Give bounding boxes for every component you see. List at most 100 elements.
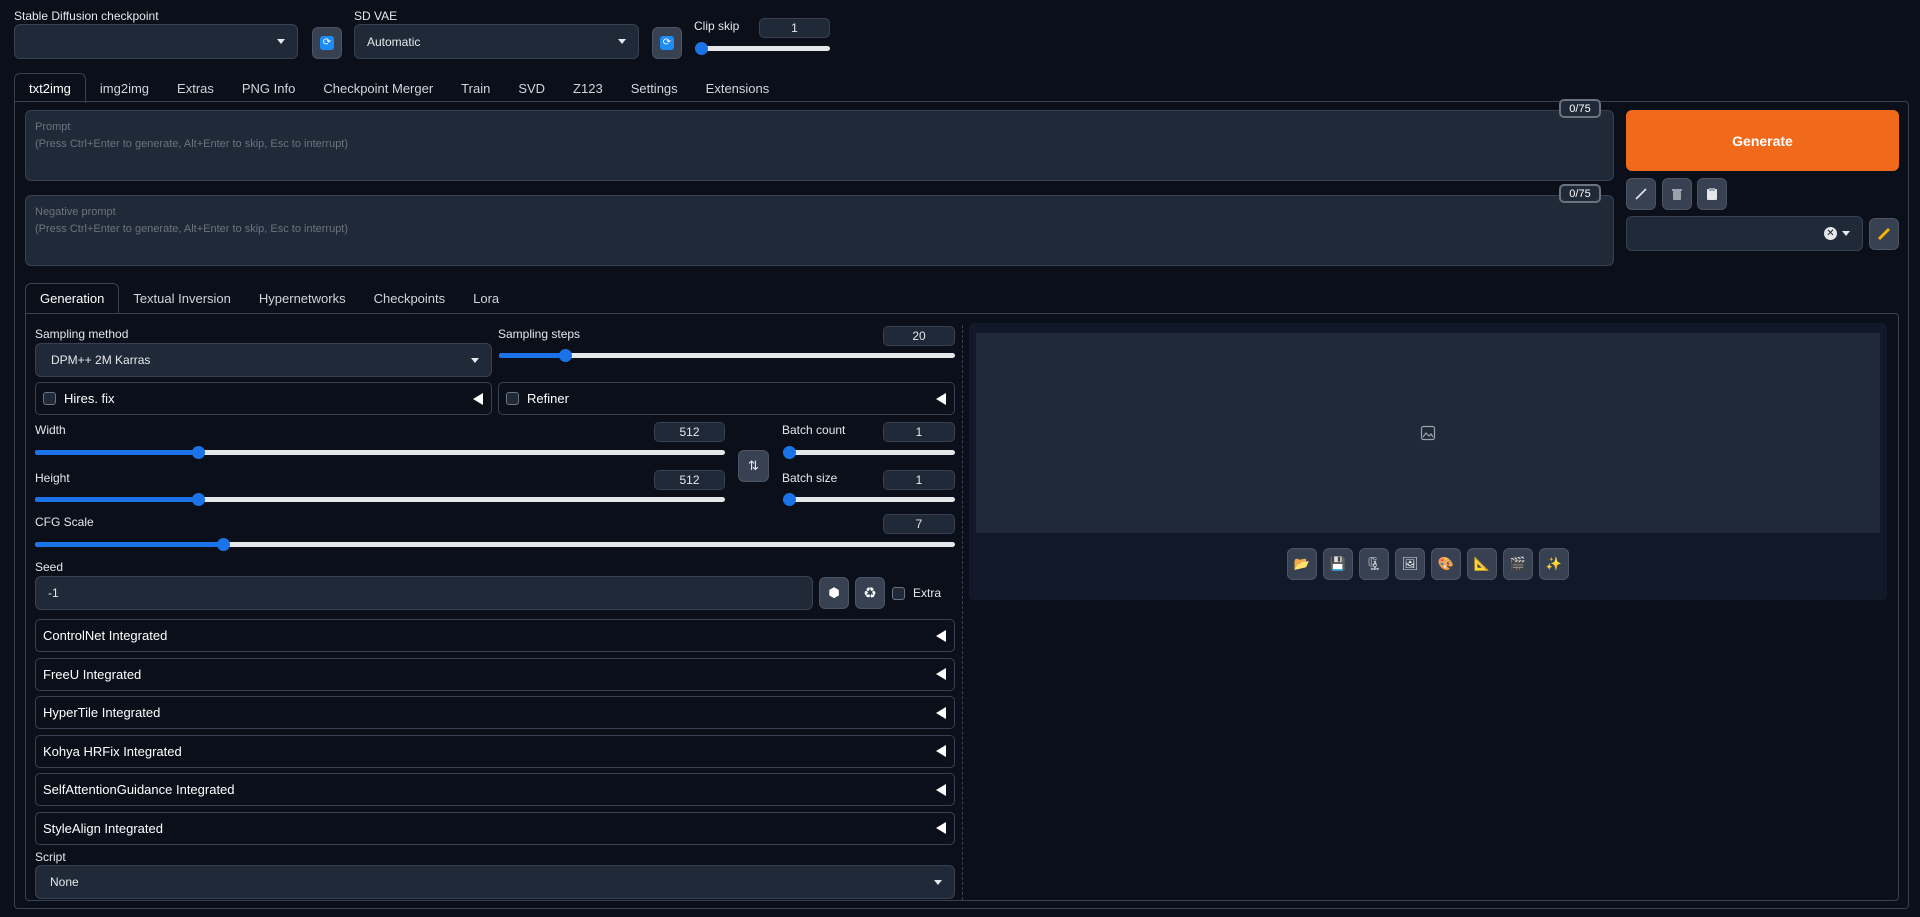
- zip-icon: 🗜: [1365, 556, 1383, 571]
- batch-count-slider[interactable]: [783, 446, 955, 459]
- paste-style-button[interactable]: [1697, 178, 1727, 210]
- cfg-scale-slider-thumb[interactable]: [216, 538, 230, 551]
- sampling-steps-input[interactable]: 20: [883, 326, 955, 346]
- prompt-textarea[interactable]: Prompt (Press Ctrl+Enter to generate, Al…: [25, 110, 1614, 181]
- sampling-method-value: DPM++ 2M Karras: [51, 353, 151, 367]
- output-gallery[interactable]: [976, 333, 1880, 533]
- collapse-triangle-icon: [936, 629, 946, 642]
- random-seed-button[interactable]: ⬢: [819, 577, 849, 609]
- script-dropdown[interactable]: None: [35, 865, 955, 899]
- reuse-seed-button[interactable]: ♻: [855, 577, 885, 609]
- subtab-lora[interactable]: Lora: [459, 283, 513, 313]
- clipboard-icon: [1707, 188, 1717, 200]
- subtab-generation[interactable]: Generation: [25, 283, 120, 313]
- save-button[interactable]: 💾: [1323, 548, 1353, 580]
- edit-styles-button[interactable]: [1869, 218, 1899, 250]
- subtab-checkpoints[interactable]: Checkpoints: [360, 283, 460, 313]
- tab-settings[interactable]: Settings: [617, 73, 692, 103]
- sparkles-button[interactable]: ✨: [1539, 548, 1569, 580]
- clear-prompt-button[interactable]: [1662, 178, 1692, 210]
- cfg-scale-input[interactable]: 7: [883, 514, 955, 534]
- tab-checkpoint-merger[interactable]: Checkpoint Merger: [309, 73, 447, 103]
- sampling-method-label: Sampling method: [35, 327, 129, 341]
- subtab-hypernetworks[interactable]: Hypernetworks: [245, 283, 360, 313]
- collapse-triangle-icon: [473, 392, 483, 405]
- tab-z123[interactable]: Z123: [559, 73, 617, 103]
- ruler-button[interactable]: 📐: [1467, 548, 1497, 580]
- clip-skip-slider[interactable]: [695, 42, 830, 55]
- accordion-stylealign-integrated[interactable]: StyleAlign Integrated: [35, 811, 955, 845]
- height-slider-thumb[interactable]: [191, 493, 205, 506]
- seed-extra-checkbox[interactable]: [892, 586, 905, 600]
- accordion-controlnet-integrated[interactable]: ControlNet Integrated: [35, 619, 955, 652]
- clapper-button[interactable]: 🎬: [1503, 548, 1533, 580]
- clip-skip-input[interactable]: 1: [759, 18, 830, 38]
- tab-img2img[interactable]: img2img: [86, 73, 163, 103]
- image-icon: 🖼: [1401, 556, 1419, 571]
- zip-button[interactable]: 🗜: [1359, 548, 1389, 580]
- palette-button[interactable]: 🎨: [1431, 548, 1461, 580]
- width-input[interactable]: 512: [654, 422, 725, 442]
- batch-count-slider-thumb[interactable]: [783, 446, 796, 459]
- batch-size-input[interactable]: 1: [883, 470, 955, 490]
- swap-dimensions-button[interactable]: ⇅: [738, 450, 769, 482]
- sampling-steps-slider[interactable]: [499, 349, 955, 362]
- height-slider[interactable]: [35, 493, 725, 506]
- accordion-kohya-hrfix-integrated[interactable]: Kohya HRFix Integrated: [35, 734, 955, 768]
- column-divider: [962, 325, 963, 900]
- dice-icon: ⬢: [828, 585, 840, 600]
- vae-dropdown[interactable]: Automatic: [354, 24, 639, 59]
- refiner-accordion[interactable]: Refiner: [498, 382, 955, 415]
- batch-count-label: Batch count: [782, 423, 846, 437]
- batch-size-slider[interactable]: [783, 493, 955, 506]
- image-button[interactable]: 🖼: [1395, 548, 1425, 580]
- height-input[interactable]: 512: [654, 470, 725, 490]
- generate-button[interactable]: Generate: [1626, 110, 1899, 171]
- arrow-diagonal-icon: [1635, 188, 1647, 200]
- tab-extras[interactable]: Extras: [163, 73, 228, 103]
- height-label: Height: [35, 471, 70, 485]
- clip-skip-slider-thumb[interactable]: [695, 42, 708, 55]
- generation-tabs: Generation Textual Inversion Hypernetworks…: [25, 283, 513, 313]
- cfg-scale-slider[interactable]: [35, 538, 955, 551]
- tab-extensions[interactable]: Extensions: [692, 73, 784, 103]
- seed-extra-toggle[interactable]: Extra: [892, 586, 941, 600]
- hires-fix-checkbox[interactable]: [43, 392, 56, 405]
- batch-count-input[interactable]: 1: [883, 422, 955, 442]
- subtab-textual-inversion[interactable]: Textual Inversion: [119, 283, 245, 313]
- clear-icon[interactable]: ✕: [1824, 227, 1837, 240]
- chevron-down-icon: [1842, 231, 1850, 236]
- tab-train[interactable]: Train: [447, 73, 504, 103]
- checkpoint-refresh-button[interactable]: ⟳: [312, 27, 342, 59]
- vae-refresh-button[interactable]: ⟳: [652, 27, 682, 59]
- folder-button[interactable]: 📂: [1287, 548, 1317, 580]
- accordion-hypertile-integrated[interactable]: HyperTile Integrated: [35, 696, 955, 729]
- chevron-down-icon: [618, 39, 626, 44]
- styles-dropdown[interactable]: ✕: [1626, 216, 1863, 251]
- accordion-selfattentionguidance-integrated[interactable]: SelfAttentionGuidance Integrated: [35, 773, 955, 806]
- sampling-method-dropdown[interactable]: DPM++ 2M Karras: [35, 343, 492, 377]
- width-slider[interactable]: [35, 446, 725, 459]
- tab-png-info[interactable]: PNG Info: [228, 73, 309, 103]
- image-icon: [1420, 425, 1436, 441]
- palette-icon: 🎨: [1437, 556, 1455, 571]
- refiner-checkbox[interactable]: [506, 392, 519, 405]
- batch-size-slider-thumb[interactable]: [783, 493, 796, 506]
- hires-fix-accordion[interactable]: Hires. fix: [35, 382, 492, 415]
- negative-prompt-textarea[interactable]: Negative prompt (Press Ctrl+Enter to gen…: [25, 195, 1614, 266]
- tab-txt2img[interactable]: txt2img: [14, 73, 86, 103]
- save-icon: 💾: [1329, 556, 1347, 571]
- refresh-icon: ⟳: [320, 36, 334, 50]
- vae-value: Automatic: [367, 34, 421, 49]
- accordion-freeu-integrated[interactable]: FreeU Integrated: [35, 657, 955, 691]
- refresh-icon: ⟳: [660, 36, 674, 50]
- width-slider-thumb[interactable]: [191, 446, 205, 459]
- seed-input[interactable]: -1: [35, 576, 813, 610]
- tab-svd[interactable]: SVD: [504, 73, 559, 103]
- checkpoint-label: Stable Diffusion checkpoint: [14, 9, 159, 23]
- checkpoint-dropdown[interactable]: [14, 24, 298, 59]
- accordion-label: StyleAlign Integrated: [43, 820, 163, 836]
- sparkles-icon: ✨: [1545, 556, 1563, 571]
- read-params-button[interactable]: [1626, 178, 1656, 210]
- collapse-triangle-icon: [936, 783, 946, 796]
